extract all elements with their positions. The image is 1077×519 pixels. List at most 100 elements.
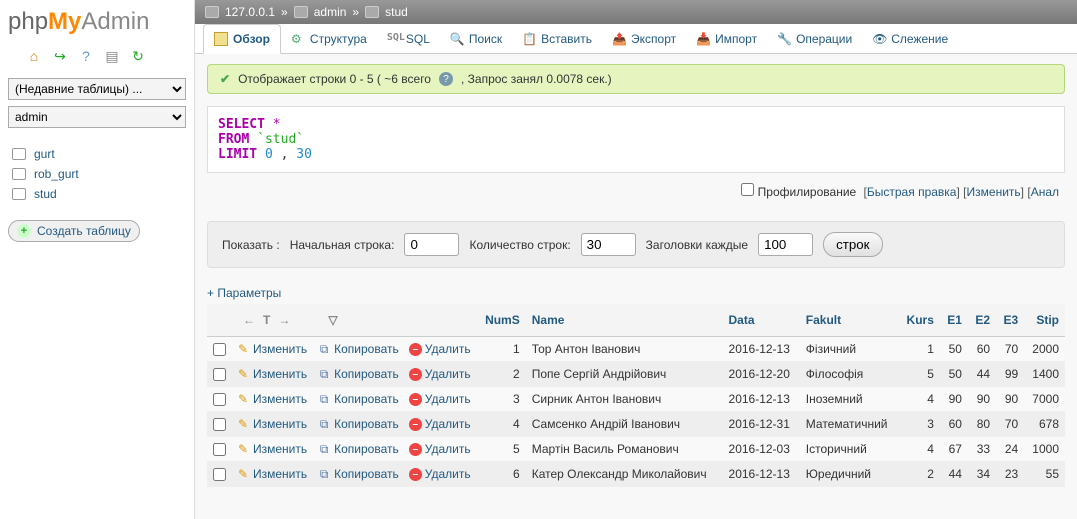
cell-e3: 23 [996, 462, 1024, 487]
tab-import[interactable]: Импорт [686, 24, 767, 53]
sql-icon: SQL [387, 32, 401, 46]
main: 127.0.0.1 » admin » stud Обзор Структура… [195, 0, 1077, 519]
edit-action[interactable]: ✎Изменить [236, 442, 307, 456]
copy-action[interactable]: ⧉Копировать [317, 442, 399, 456]
row-checkbox[interactable] [213, 368, 226, 381]
sort-right-icon[interactable]: → [278, 313, 290, 327]
database-select[interactable]: admin [8, 106, 186, 128]
table-icon [12, 168, 26, 180]
sort-left-icon[interactable]: ← [243, 313, 255, 327]
sql-actions: Профилирование [Быстрая правка] [Изменит… [207, 179, 1065, 203]
rows-button[interactable]: строк [823, 232, 882, 257]
tab-search[interactable]: Поиск [440, 24, 512, 53]
delete-action[interactable]: –Удалить [409, 367, 471, 381]
show-bar: Показать : Начальная строка: Количество … [207, 221, 1065, 268]
delete-icon: – [409, 418, 422, 431]
options-toggle[interactable]: + Параметры [207, 286, 1065, 300]
edit-action[interactable]: ✎Изменить [236, 467, 307, 481]
tab-operations[interactable]: Операции [767, 24, 862, 53]
tab-insert[interactable]: Вставить [512, 24, 602, 53]
sql-icon[interactable]: ▤ [104, 48, 120, 64]
breadcrumb: 127.0.0.1 » admin » stud [195, 0, 1077, 24]
profiling-checkbox[interactable] [741, 183, 754, 196]
reload-icon[interactable]: ↻ [130, 48, 146, 64]
col-e1[interactable]: E1 [940, 304, 968, 337]
delete-action[interactable]: –Удалить [409, 442, 471, 456]
operations-icon [777, 32, 791, 46]
quick-edit-link[interactable]: Быстрая правка [867, 185, 957, 199]
delete-action[interactable]: –Удалить [409, 342, 471, 356]
edit-link[interactable]: Изменить [967, 185, 1021, 199]
cell-data: 2016-12-03 [723, 437, 800, 462]
success-message: ✔ Отображает строки 0 - 5 ( ~6 всего ? ,… [207, 64, 1065, 94]
edit-action[interactable]: ✎Изменить [236, 417, 307, 431]
copy-action[interactable]: ⧉Копировать [317, 467, 399, 481]
col-name[interactable]: Name [526, 304, 723, 337]
pencil-icon: ✎ [236, 367, 250, 381]
help-icon[interactable]: ? [78, 48, 94, 64]
tree-item-stud[interactable]: stud [8, 184, 186, 204]
tab-export[interactable]: Экспорт [602, 24, 686, 53]
bc-host[interactable]: 127.0.0.1 [225, 5, 275, 19]
row-checkbox[interactable] [213, 343, 226, 356]
create-table-button[interactable]: + Создать таблицу [8, 220, 140, 242]
col-kurs[interactable]: Kurs [898, 304, 939, 337]
help-icon[interactable]: ? [439, 72, 453, 86]
cell-data: 2016-12-13 [723, 337, 800, 362]
tab-browse[interactable]: Обзор [203, 24, 281, 54]
edit-action[interactable]: ✎Изменить [236, 392, 307, 406]
edit-action[interactable]: ✎Изменить [236, 367, 307, 381]
cell-fakult: Історичний [800, 437, 899, 462]
copy-icon: ⧉ [317, 442, 331, 456]
delete-action[interactable]: –Удалить [409, 417, 471, 431]
cell-e1: 90 [940, 387, 968, 412]
analyze-link[interactable]: Анал [1031, 185, 1059, 199]
cell-stip: 1000 [1024, 437, 1065, 462]
start-row-label: Начальная строка: [290, 238, 395, 252]
copy-action[interactable]: ⧉Копировать [317, 417, 399, 431]
row-checkbox[interactable] [213, 393, 226, 406]
home-icon[interactable]: ⌂ [26, 48, 42, 64]
cell-e2: 34 [968, 462, 996, 487]
structure-icon [291, 32, 305, 46]
tab-tracking[interactable]: Слежение [862, 24, 958, 53]
col-nums[interactable]: NumS [477, 304, 526, 337]
copy-action[interactable]: ⧉Копировать [317, 367, 399, 381]
col-data[interactable]: Data [723, 304, 800, 337]
tab-structure[interactable]: Структура [281, 24, 377, 53]
col-stip[interactable]: Stip [1024, 304, 1065, 337]
row-checkbox[interactable] [213, 443, 226, 456]
tab-sql[interactable]: SQLSQL [377, 24, 440, 53]
recent-tables-select[interactable]: (Недавние таблицы) ... [8, 78, 186, 100]
col-e2[interactable]: E2 [968, 304, 996, 337]
row-count-input[interactable] [581, 233, 636, 256]
tree-item-rob-gurt[interactable]: rob_gurt [8, 164, 186, 184]
delete-action[interactable]: –Удалить [409, 467, 471, 481]
headers-every-input[interactable] [758, 233, 813, 256]
table-icon [12, 148, 26, 160]
start-row-input[interactable] [404, 233, 459, 256]
bc-table[interactable]: stud [385, 5, 408, 19]
cell-e1: 44 [940, 462, 968, 487]
col-fakult[interactable]: Fakult [800, 304, 899, 337]
logo[interactable]: phpMyAdmin [8, 8, 186, 36]
edit-action[interactable]: ✎Изменить [236, 342, 307, 356]
cell-stip: 2000 [1024, 337, 1065, 362]
delete-action[interactable]: –Удалить [409, 392, 471, 406]
bc-db[interactable]: admin [314, 5, 347, 19]
row-checkbox[interactable] [213, 468, 226, 481]
sort-t-icon[interactable]: T [263, 313, 270, 327]
cell-e3: 70 [996, 337, 1024, 362]
table-row: ✎Изменить⧉Копировать–Удалить2Попе Сергій… [207, 362, 1065, 387]
sort-indicator-icon[interactable]: ▽ [328, 313, 337, 327]
show-label: Показать : [222, 238, 280, 252]
cell-fakult: Математичний [800, 412, 899, 437]
copy-action[interactable]: ⧉Копировать [317, 392, 399, 406]
copy-action[interactable]: ⧉Копировать [317, 342, 399, 356]
tabs: Обзор Структура SQLSQL Поиск Вставить Эк… [195, 24, 1077, 54]
row-checkbox[interactable] [213, 418, 226, 431]
delete-icon: – [409, 393, 422, 406]
col-e3[interactable]: E3 [996, 304, 1024, 337]
tree-item-gurt[interactable]: gurt [8, 144, 186, 164]
logout-icon[interactable]: ↪ [52, 48, 68, 64]
